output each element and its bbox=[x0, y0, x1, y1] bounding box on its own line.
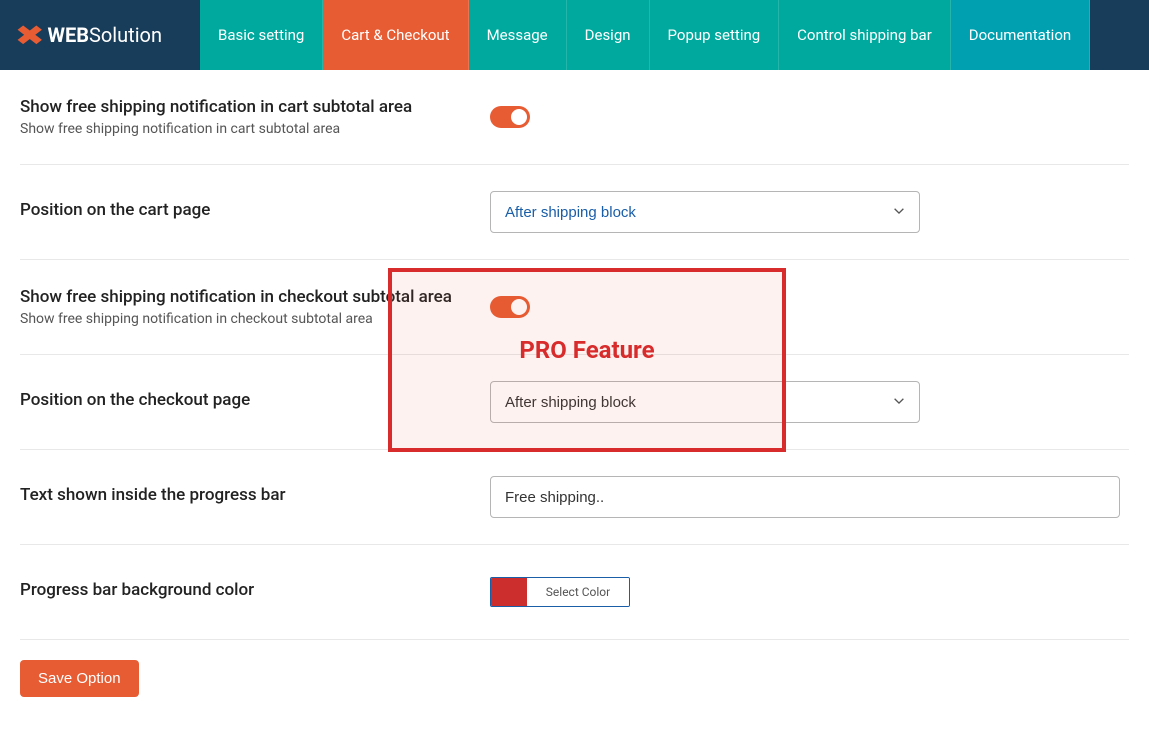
title-cart-notification: Show free shipping notification in cart … bbox=[20, 97, 470, 117]
nav-spacer bbox=[1090, 0, 1149, 70]
row-progress-text: Text shown inside the progress bar bbox=[20, 450, 1129, 545]
title-cart-position: Position on the cart page bbox=[20, 200, 470, 220]
label-checkout-position: Position on the checkout page bbox=[20, 390, 490, 414]
brand-solution: Solution bbox=[89, 23, 162, 47]
select-cart-position[interactable] bbox=[490, 191, 920, 233]
nav: Basic setting Cart & Checkout Message De… bbox=[200, 0, 1149, 70]
brand-web: WEB bbox=[47, 23, 89, 47]
row-progress-bg: Progress bar background color Select Col… bbox=[20, 545, 1129, 640]
label-progress-text: Text shown inside the progress bar bbox=[20, 485, 490, 509]
toggle-cart-notification[interactable] bbox=[490, 106, 530, 128]
color-picker-label: Select Color bbox=[527, 578, 629, 606]
nav-popup-setting[interactable]: Popup setting bbox=[650, 0, 780, 70]
desc-checkout-notification: Show free shipping notification in check… bbox=[20, 311, 470, 327]
row-cart-position: Position on the cart page bbox=[20, 165, 1129, 260]
row-checkout-position: Position on the checkout page bbox=[20, 355, 1129, 450]
nav-control-shipping-bar[interactable]: Control shipping bar bbox=[779, 0, 951, 70]
brand-logo: ✖ WEBSolution bbox=[0, 0, 200, 70]
input-progress-text[interactable] bbox=[490, 476, 1120, 518]
title-checkout-position: Position on the checkout page bbox=[20, 390, 470, 410]
nav-cart-checkout[interactable]: Cart & Checkout bbox=[323, 0, 468, 70]
header: ✖ WEBSolution Basic setting Cart & Check… bbox=[0, 0, 1149, 70]
color-picker-progress-bg[interactable]: Select Color bbox=[490, 577, 630, 607]
nav-message[interactable]: Message bbox=[469, 0, 567, 70]
title-progress-bg: Progress bar background color bbox=[20, 580, 470, 600]
label-cart-position: Position on the cart page bbox=[20, 200, 490, 224]
title-checkout-notification: Show free shipping notification in check… bbox=[20, 287, 470, 307]
row-save: Save Option bbox=[20, 640, 1129, 717]
title-progress-text: Text shown inside the progress bar bbox=[20, 485, 470, 505]
row-cart-notification: Show free shipping notification in cart … bbox=[20, 70, 1129, 165]
nav-documentation[interactable]: Documentation bbox=[951, 0, 1090, 70]
save-button[interactable]: Save Option bbox=[20, 660, 139, 697]
nav-design[interactable]: Design bbox=[567, 0, 650, 70]
logo-icon: ✖ bbox=[14, 19, 45, 52]
color-swatch bbox=[491, 578, 527, 606]
desc-cart-notification: Show free shipping notification in cart … bbox=[20, 121, 470, 137]
row-checkout-notification: Show free shipping notification in check… bbox=[20, 260, 1129, 355]
select-checkout-position[interactable] bbox=[490, 381, 920, 423]
content: Show free shipping notification in cart … bbox=[0, 70, 1149, 737]
label-progress-bg: Progress bar background color bbox=[20, 580, 490, 604]
label-cart-notification: Show free shipping notification in cart … bbox=[20, 97, 490, 137]
toggle-checkout-notification[interactable] bbox=[490, 296, 530, 318]
nav-basic-setting[interactable]: Basic setting bbox=[200, 0, 323, 70]
label-checkout-notification: Show free shipping notification in check… bbox=[20, 287, 490, 327]
